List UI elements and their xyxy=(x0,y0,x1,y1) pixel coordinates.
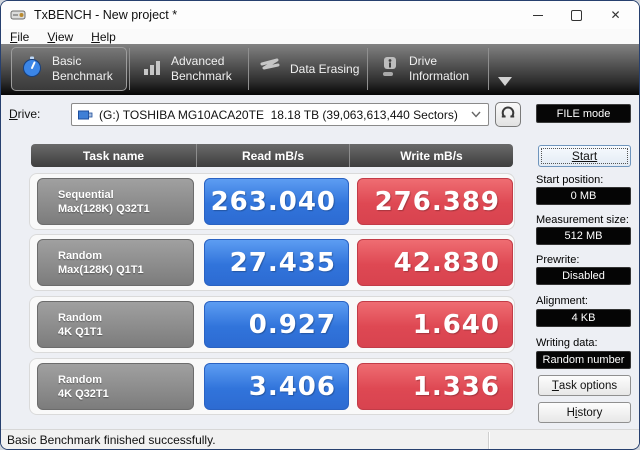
close-icon: ✕ xyxy=(610,8,621,22)
tab-separator xyxy=(248,48,249,90)
drive-icon xyxy=(78,108,93,122)
task-button-random-4k-q32t1[interactable]: Random 4K Q32T1 xyxy=(37,363,194,410)
task-button-sequential-q32t1[interactable]: Sequential Max(128K) Q32T1 xyxy=(37,178,194,225)
window-title: TxBENCH - New project * xyxy=(34,8,178,22)
status-bar: Basic Benchmark finished successfully. xyxy=(1,429,639,449)
writing-data-label: Writing data: xyxy=(536,337,598,349)
tab-data-erasing[interactable]: Data Erasing xyxy=(253,47,365,91)
tab-separator xyxy=(488,48,489,90)
write-result-value: 1.640 xyxy=(357,301,513,348)
results-table-header: Task name Read mB/s Write mB/s xyxy=(31,144,513,167)
tab-label: Basic Benchmark xyxy=(52,54,113,83)
read-result-value: 0.927 xyxy=(204,301,349,348)
menu-help[interactable]: Help xyxy=(82,30,125,44)
menu-view[interactable]: View xyxy=(38,30,82,44)
column-header-write: Write mB/s xyxy=(349,144,513,167)
tab-overflow-arrow-icon[interactable] xyxy=(498,77,512,86)
task-button-random-q1t1[interactable]: Random Max(128K) Q1T1 xyxy=(37,239,194,286)
menu-bar: File View Help xyxy=(1,29,639,44)
tab-separator xyxy=(129,48,130,90)
table-row: Random 4K Q32T1 3.406 1.336 xyxy=(29,358,515,415)
tab-separator xyxy=(367,48,368,90)
tab-drive-information[interactable]: Drive Information xyxy=(372,47,486,91)
maximize-icon xyxy=(571,9,582,21)
start-button[interactable]: Start xyxy=(538,145,631,167)
refresh-drives-button[interactable] xyxy=(495,102,521,127)
file-mode-indicator[interactable]: FILE mode xyxy=(536,104,631,123)
column-header-task-name: Task name xyxy=(82,148,145,163)
read-result-value: 3.406 xyxy=(204,363,349,410)
start-position-value: 0 MB xyxy=(536,187,631,205)
measurement-size-value: 512 MB xyxy=(536,227,631,245)
minimize-icon xyxy=(532,14,543,16)
table-row: Random Max(128K) Q1T1 27.435 42.830 xyxy=(29,234,515,291)
minimize-button[interactable] xyxy=(518,1,557,29)
drive-label: Drive: xyxy=(9,107,41,121)
measurement-size-label: Measurement size: xyxy=(536,214,629,226)
maximize-button[interactable] xyxy=(557,1,596,29)
eraser-scribble-icon xyxy=(259,57,281,82)
app-icon xyxy=(10,8,26,22)
refresh-icon xyxy=(500,104,516,125)
tab-basic-benchmark[interactable]: Basic Benchmark xyxy=(11,47,127,91)
read-result-value: 263.040 xyxy=(204,178,349,225)
history-button[interactable]: Hi story xyxy=(538,402,631,423)
start-position-label: Start position: xyxy=(536,174,604,186)
prewrite-value: Disabled xyxy=(536,267,631,285)
menu-file[interactable]: File xyxy=(1,30,38,44)
status-message: Basic Benchmark finished successfully. xyxy=(7,433,216,447)
drive-select-value: (G:) TOSHIBA MG10ACA20TE 18.18 TB (39,06… xyxy=(99,107,458,122)
task-button-random-4k-q1t1[interactable]: Random 4K Q1T1 xyxy=(37,301,194,348)
close-button[interactable]: ✕ xyxy=(596,1,635,29)
write-result-value: 276.389 xyxy=(357,178,513,225)
task-options-button[interactable]: Task options xyxy=(538,375,631,396)
table-row: Random 4K Q1T1 0.927 1.640 xyxy=(29,296,515,353)
column-header-read: Read mB/s xyxy=(196,144,349,167)
alignment-label: Alignment: xyxy=(536,295,588,307)
read-result-value: 27.435 xyxy=(204,239,349,286)
chevron-down-icon xyxy=(471,111,481,118)
tab-strip: Basic Benchmark Advanced Benchmark Data … xyxy=(1,44,639,95)
tab-advanced-benchmark[interactable]: Advanced Benchmark xyxy=(134,47,246,91)
writing-data-value: Random number xyxy=(536,351,631,369)
write-result-value: 1.336 xyxy=(357,363,513,410)
app-window: TxBENCH - New project * ✕ File View Help… xyxy=(0,0,640,450)
bar-chart-icon xyxy=(142,57,162,82)
write-result-value: 42.830 xyxy=(357,239,513,286)
status-bar-separator xyxy=(488,432,489,449)
prewrite-label: Prewrite: xyxy=(536,254,580,266)
alignment-value: 4 KB xyxy=(536,309,631,327)
stopwatch-icon xyxy=(21,56,43,83)
title-bar: TxBENCH - New project * ✕ xyxy=(1,1,639,29)
table-row: Sequential Max(128K) Q32T1 263.040 276.3… xyxy=(29,173,515,230)
drive-select[interactable]: (G:) TOSHIBA MG10ACA20TE 18.18 TB (39,06… xyxy=(71,103,489,126)
drive-info-icon xyxy=(380,56,400,83)
